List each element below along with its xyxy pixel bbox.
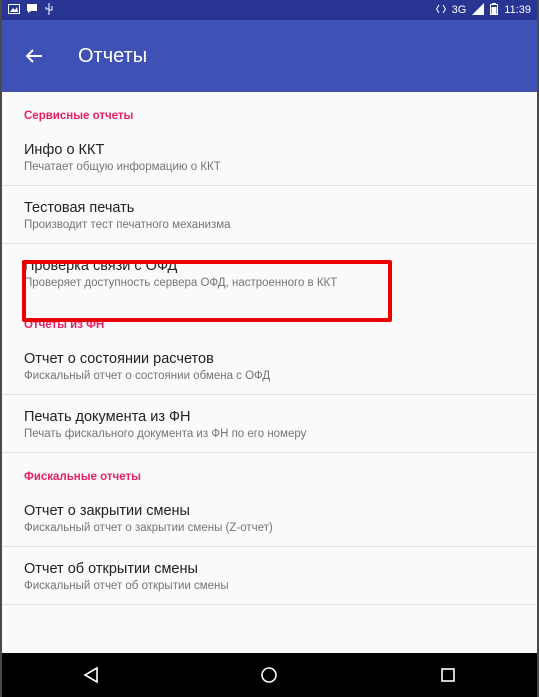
list-item-title: Отчет о состоянии расчетов bbox=[24, 351, 214, 367]
list-item-title: Тестовая печать bbox=[24, 200, 135, 216]
list-item-subtitle: Печать фискального документа из ФН по ег… bbox=[24, 428, 307, 440]
list-item-ofd-check[interactable]: Проверка связи с ОФД Проверяет доступнос… bbox=[2, 244, 537, 301]
app-bar: Отчеты bbox=[2, 20, 537, 92]
navigation-bar bbox=[2, 653, 537, 697]
chat-notification-icon bbox=[26, 3, 38, 17]
list-item-subtitle: Фискальный отчет о состоянии обмена с ОФ… bbox=[24, 370, 271, 382]
network-type: 3G bbox=[451, 4, 467, 16]
reports-list[interactable]: Сервисные отчеты Инфо о ККТ Печатает общ… bbox=[2, 92, 537, 653]
list-item-title: Инфо о ККТ bbox=[24, 142, 105, 158]
clock: 11:39 bbox=[504, 4, 531, 16]
arrow-back-icon bbox=[25, 49, 42, 63]
list-item-shift-open[interactable]: Отчет об открытии смены Фискальный отчет… bbox=[2, 547, 537, 605]
status-bar: 3G 11:39 bbox=[2, 0, 537, 20]
list-item-kkt-info[interactable]: Инфо о ККТ Печатает общую информацию о К… bbox=[2, 128, 537, 186]
list-item-subtitle: Фискальный отчет об открытии смены bbox=[24, 580, 229, 592]
section-header-fn: Отчеты из ФН bbox=[24, 319, 105, 331]
section-header-service: Сервисные отчеты bbox=[24, 110, 134, 122]
list-item-subtitle: Фискальный отчет о закрытии смены (Z-отч… bbox=[24, 522, 273, 534]
list-item-title: Печать документа из ФН bbox=[24, 409, 191, 425]
data-arrows-icon bbox=[435, 3, 446, 17]
battery-icon bbox=[490, 2, 499, 18]
section-header-fiscal: Фискальные отчеты bbox=[2, 452, 537, 489]
image-notification-icon bbox=[8, 3, 20, 17]
list-item-subtitle: Печатает общую информацию о ККТ bbox=[24, 161, 221, 173]
signal-icon bbox=[472, 2, 485, 18]
circle-home-icon bbox=[261, 667, 278, 683]
list-item-test-print[interactable]: Тестовая печать Производит тест печатног… bbox=[2, 186, 537, 244]
list-item-title: Отчет о закрытии смены bbox=[24, 503, 190, 519]
back-button[interactable] bbox=[6, 28, 62, 84]
list-item-shift-close[interactable]: Отчет о закрытии смены Фискальный отчет … bbox=[2, 489, 537, 547]
usb-icon bbox=[44, 2, 54, 18]
list-item-subtitle: Проверяет доступность сервера ОФД, настр… bbox=[24, 277, 338, 289]
nav-back-button[interactable] bbox=[61, 653, 121, 697]
list-item-settlement-status[interactable]: Отчет о состоянии расчетов Фискальный от… bbox=[2, 337, 537, 395]
list-item-fn-document-print[interactable]: Печать документа из ФН Печать фискальног… bbox=[2, 395, 537, 452]
nav-home-button[interactable] bbox=[239, 653, 299, 697]
list-item-title: Отчет об открытии смены bbox=[24, 561, 198, 577]
square-recents-icon bbox=[441, 668, 455, 682]
list-item-subtitle: Производит тест печатного механизма bbox=[24, 219, 231, 231]
list-item-title: Проверка связи с ОФД bbox=[24, 258, 178, 274]
page-title: Отчеты bbox=[78, 44, 148, 67]
triangle-back-icon bbox=[83, 666, 98, 684]
app-window: 3G 11:39 Отчеты Сервисные отчеты Инфо о … bbox=[0, 0, 539, 697]
nav-recents-button[interactable] bbox=[418, 653, 478, 697]
